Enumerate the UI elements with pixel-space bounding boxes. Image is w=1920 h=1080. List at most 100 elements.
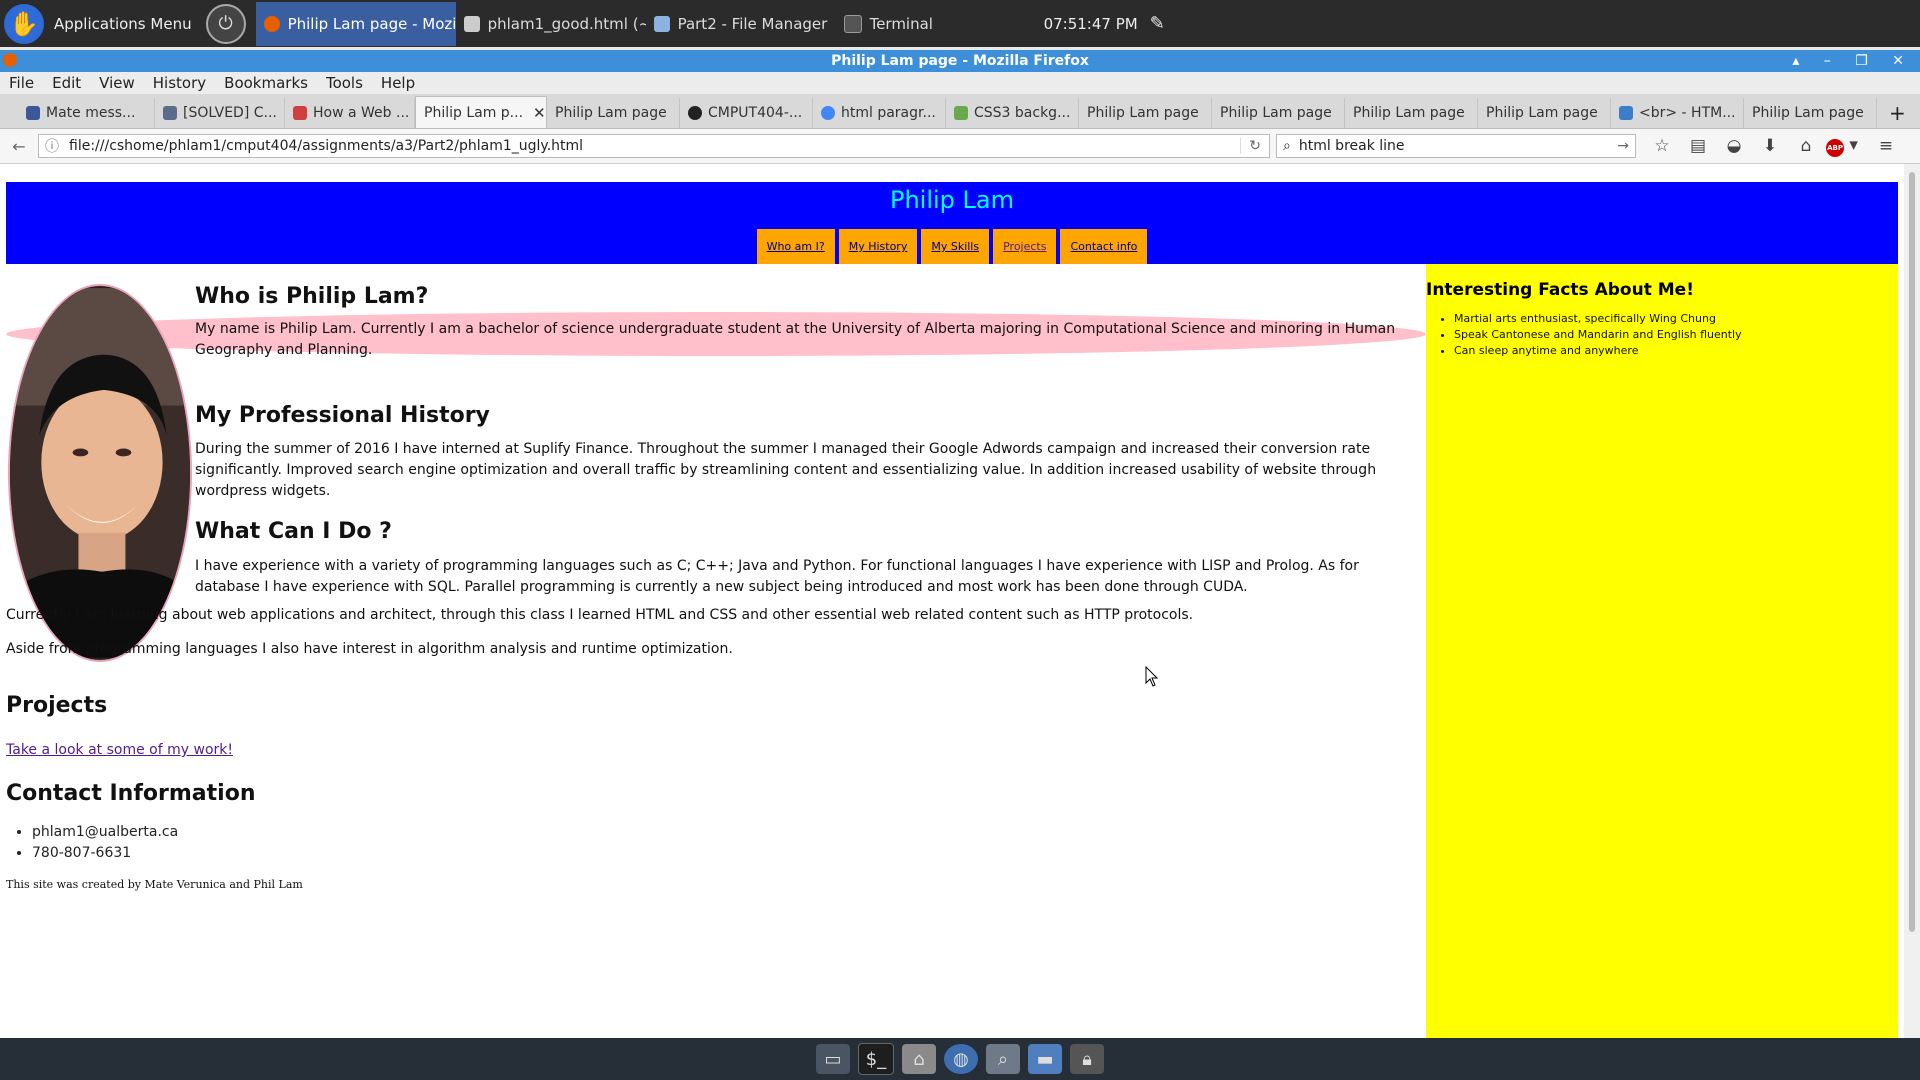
home-icon[interactable]: ⌂ xyxy=(1788,136,1824,156)
tab[interactable]: html paragr... xyxy=(813,98,946,128)
portrait-illustration xyxy=(10,288,190,658)
skills-heading: What Can I Do ? xyxy=(195,519,392,544)
scrollbar-thumb[interactable] xyxy=(1909,172,1915,932)
contact-list: phlam1@ualberta.ca 780-807-6631 xyxy=(6,822,178,864)
facts-list: Martial arts enthusiast, specifically Wi… xyxy=(1454,312,1898,357)
applications-menu-button[interactable]: ✋ Applications Menu xyxy=(0,0,200,47)
back-icon[interactable]: ← xyxy=(6,137,32,156)
nav-who-am-i[interactable]: Who am I? xyxy=(756,229,835,264)
show-desktop-icon[interactable]: ▭ xyxy=(816,1044,850,1074)
tab[interactable]: Philip Lam page xyxy=(547,98,680,128)
taskbar-item-label: Terminal xyxy=(869,14,933,33)
window-title: Philip Lam page - Mozilla Firefox xyxy=(831,53,1089,69)
taskbar-item-terminal[interactable]: Terminal xyxy=(836,2,1026,46)
tab-label: Philip Lam page xyxy=(1752,105,1864,121)
tab[interactable]: Mate mess... xyxy=(18,98,155,128)
menu-history[interactable]: History xyxy=(153,74,206,92)
tab-label: CSS3 backg... xyxy=(974,105,1071,121)
facts-heading: Interesting Facts About Me! xyxy=(1426,280,1694,300)
menu-view[interactable]: View xyxy=(99,74,135,92)
search-icon: ⌕ xyxy=(1283,138,1291,154)
url-bar[interactable]: ⓘ file:///cshome/phlam1/cmput404/assignm… xyxy=(38,134,1270,158)
nav-projects[interactable]: Projects xyxy=(993,229,1057,264)
taskbar-item-label: phlam1_good.html (~/c... xyxy=(487,14,646,33)
tab[interactable]: Philip Lam page xyxy=(1345,98,1478,128)
pocket-icon[interactable]: ◒ xyxy=(1716,136,1752,156)
close-tab-icon[interactable]: ✕ xyxy=(533,104,546,122)
taskbar-item-label: Philip Lam page - Mozill... xyxy=(287,14,456,33)
info-icon[interactable]: ⓘ xyxy=(45,136,59,156)
clock[interactable]: 07:51:47 PM xyxy=(1044,15,1138,33)
projects-heading: Projects xyxy=(6,693,108,718)
taskbar-item-firefox[interactable]: Philip Lam page - Mozill... xyxy=(255,1,456,46)
window-controls[interactable]: ▴ – ❐ ✕ xyxy=(1792,50,1914,72)
new-tab-button[interactable]: + xyxy=(1877,98,1918,128)
tab-label: Philip Lam page xyxy=(1486,105,1598,121)
page-scrollbar[interactable] xyxy=(1904,164,1920,1038)
nav-my-history[interactable]: My History xyxy=(838,229,918,264)
taskbar-item-file-manager[interactable]: Part2 - File Manager xyxy=(646,2,836,46)
xfce-logo-icon: ✋ xyxy=(4,3,44,44)
search-query: html break line xyxy=(1298,138,1405,154)
site-icon xyxy=(954,106,968,120)
terminal-icon[interactable]: $_ xyxy=(858,1043,894,1075)
forum-icon xyxy=(163,106,177,120)
projects-link[interactable]: Take a look at some of my work! xyxy=(6,742,233,758)
url-text: file:///cshome/phlam1/cmput404/assignmen… xyxy=(69,138,584,154)
folder-icon xyxy=(653,15,670,32)
tab-label: Philip Lam page xyxy=(1220,105,1332,121)
lock-icon[interactable]: 🔒︎ xyxy=(1070,1044,1104,1074)
nav-my-skills[interactable]: My Skills xyxy=(921,229,990,264)
tab[interactable]: Philip Lam page xyxy=(1478,98,1611,128)
menu-edit[interactable]: Edit xyxy=(52,74,81,92)
tab[interactable]: How a Web ... xyxy=(285,98,415,128)
tab[interactable]: Philip Lam page xyxy=(1744,98,1877,128)
taskbar-item-label: Part2 - File Manager xyxy=(677,14,828,33)
tab[interactable]: Philip Lam page xyxy=(1079,98,1212,128)
site-icon xyxy=(293,106,307,120)
tab[interactable]: CSS3 backg... xyxy=(946,98,1079,128)
menu-tools[interactable]: Tools xyxy=(326,74,363,92)
tab[interactable]: [SOLVED] C... xyxy=(155,98,285,128)
window-titlebar[interactable]: Philip Lam page - Mozilla Firefox ▴ – ❐ … xyxy=(0,50,1920,72)
adblock-icon[interactable]: ABP ▾ xyxy=(1824,135,1860,157)
download-icon[interactable]: ⬇ xyxy=(1752,136,1788,156)
web-browser-icon[interactable]: ◍ xyxy=(944,1044,978,1074)
tab[interactable]: CMPUT404-... xyxy=(680,98,813,128)
folder-icon[interactable]: ▬ xyxy=(1028,1044,1062,1074)
hamburger-menu-icon[interactable]: ≡ xyxy=(1868,136,1904,156)
contact-phone: 780-807-6631 xyxy=(32,843,178,864)
document-icon xyxy=(463,15,480,32)
facts-sidebar: Interesting Facts About Me! Martial arts… xyxy=(1426,264,1898,1038)
site-footer: This site was created by Mate Verunica a… xyxy=(6,878,303,891)
who-heading: Who is Philip Lam? xyxy=(195,284,429,309)
reading-list-icon[interactable]: ▤ xyxy=(1680,136,1716,156)
firefox-icon xyxy=(263,15,280,32)
tab-active[interactable]: Philip Lam p... ✕ xyxy=(415,96,547,128)
w3-icon xyxy=(1619,106,1633,120)
fact-item: Speak Cantonese and Mandarin and English… xyxy=(1454,328,1898,341)
navigation-toolbar: ← ⓘ file:///cshome/phlam1/cmput404/assig… xyxy=(0,129,1920,164)
terminal-icon xyxy=(843,14,862,33)
taskbar-item-editor[interactable]: phlam1_good.html (~/c... xyxy=(456,2,646,46)
contact-email: phlam1@ualberta.ca xyxy=(32,822,178,843)
tab-label: Philip Lam page xyxy=(555,105,667,121)
fact-item: Can sleep anytime and anywhere xyxy=(1454,344,1898,357)
menu-file[interactable]: File xyxy=(9,74,34,92)
tab[interactable]: Philip Lam page xyxy=(1212,98,1345,128)
reload-icon[interactable]: ↻ xyxy=(1240,138,1269,154)
tab[interactable]: <br> - HTM... xyxy=(1611,98,1744,128)
bookmark-star-icon[interactable]: ☆ xyxy=(1644,136,1680,156)
menu-help[interactable]: Help xyxy=(381,74,415,92)
menu-bookmarks[interactable]: Bookmarks xyxy=(224,74,308,92)
tab-label: [SOLVED] C... xyxy=(183,105,277,121)
nav-contact-info[interactable]: Contact info xyxy=(1060,229,1148,264)
history-heading: My Professional History xyxy=(195,403,490,428)
power-icon[interactable]: ⏻ xyxy=(205,3,246,44)
search-bar[interactable]: ⌕ html break line → xyxy=(1276,134,1636,158)
home-folder-icon[interactable]: ⌂ xyxy=(902,1044,936,1074)
notes-icon[interactable]: ✎ xyxy=(1150,13,1165,34)
app-finder-icon[interactable]: ⌕ xyxy=(986,1044,1020,1074)
search-go-icon[interactable]: → xyxy=(1611,138,1635,154)
who-paragraph: My name is Philip Lam. Currently I am a … xyxy=(195,321,1396,358)
